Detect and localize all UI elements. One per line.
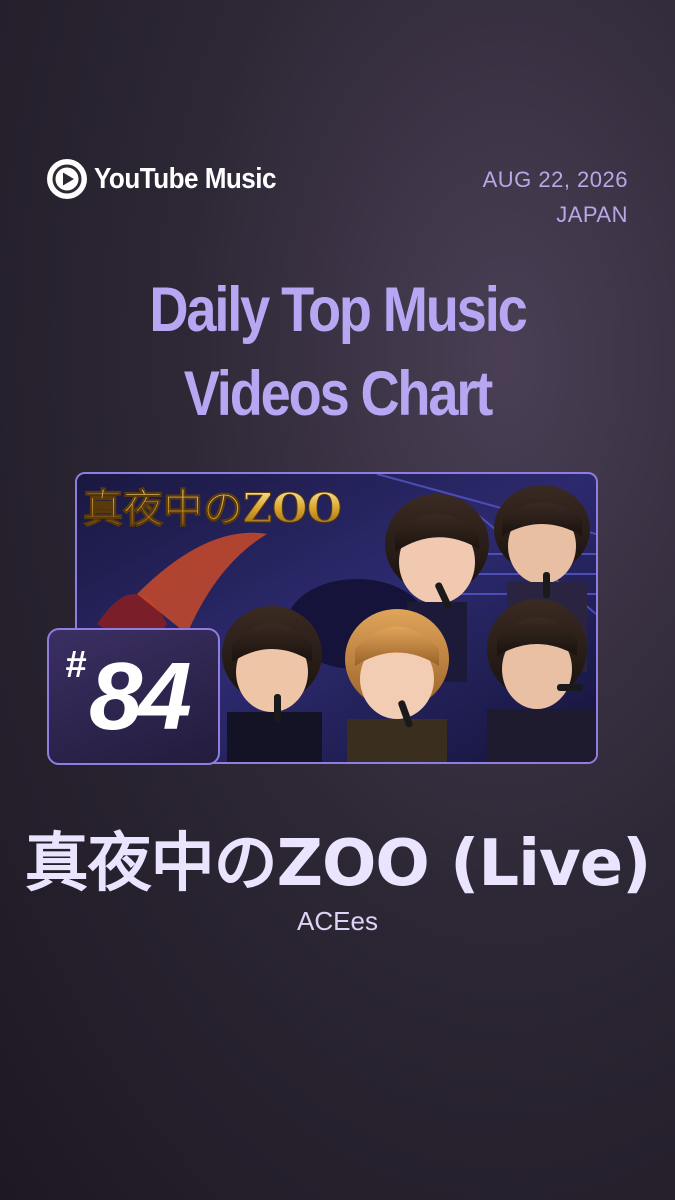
rank-hash-symbol: # (65, 644, 87, 686)
chart-title-line-1: Daily Top Music (149, 275, 527, 345)
youtube-music-logo-icon (47, 159, 87, 199)
brand-name: YouTube Music (94, 162, 277, 195)
song-title: 真夜中のZOO (Live) (24, 827, 652, 901)
chart-date: AUG 22, 2026 (482, 167, 628, 192)
youtube-music-brand: YouTube Music (46, 158, 296, 200)
rank-number: 84 (89, 643, 192, 750)
rank-badge: # 84 (47, 628, 220, 765)
thumbnail-overlay-text: 真夜中のZOO (83, 485, 342, 532)
chart-meta: AUG 22, 2026 JAPAN (483, 162, 628, 232)
artist-name: ACEes (297, 906, 378, 936)
chart-region: JAPAN (556, 202, 628, 227)
chart-title: Daily Top Music Videos Chart (0, 268, 675, 436)
chart-title-line-2: Videos Chart (183, 359, 494, 429)
